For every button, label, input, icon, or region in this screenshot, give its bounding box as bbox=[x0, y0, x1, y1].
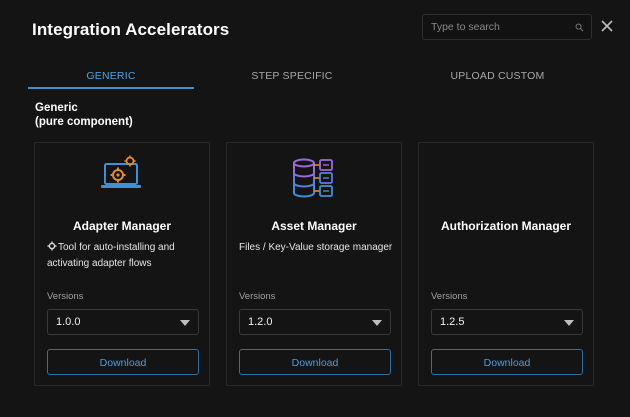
tab-step-specific[interactable]: STEP SPECIFIC bbox=[194, 64, 390, 88]
modal-title: Integration Accelerators bbox=[32, 20, 230, 39]
section-subtitle: (pure component) bbox=[35, 116, 133, 128]
integration-accelerators-modal: Integration Accelerators GENERIC STEP SP… bbox=[0, 0, 630, 417]
close-icon[interactable] bbox=[600, 19, 614, 33]
version-value: 1.2.5 bbox=[440, 316, 465, 328]
version-value: 1.2.0 bbox=[248, 316, 273, 328]
section-heading: Generic (pure component) bbox=[35, 101, 133, 129]
database-files-icon bbox=[293, 158, 333, 198]
versions-label: Versions bbox=[431, 291, 468, 302]
tab-upload-custom[interactable]: UPLOAD CUSTOM bbox=[390, 64, 605, 88]
card-adapter-manager: Adapter Manager Tool for auto-installing… bbox=[34, 142, 210, 386]
laptop-gears-icon bbox=[101, 155, 141, 188]
download-button[interactable]: Download bbox=[47, 349, 199, 375]
gear-icon bbox=[47, 241, 57, 251]
cards-carousel: Adapter Manager Tool for auto-installing… bbox=[34, 142, 596, 388]
tab-generic[interactable]: GENERIC bbox=[28, 64, 194, 88]
card-title: Asset Manager bbox=[271, 219, 357, 233]
version-select[interactable]: 1.2.0 bbox=[239, 309, 391, 335]
versions-label: Versions bbox=[47, 291, 84, 302]
version-select[interactable]: 1.0.0 bbox=[47, 309, 199, 335]
search-icon[interactable] bbox=[575, 23, 584, 32]
card-description-text: Tool for auto-installing and activating … bbox=[47, 242, 175, 269]
chevron-down-icon bbox=[180, 320, 190, 326]
chevron-down-icon bbox=[372, 320, 382, 326]
active-tab-indicator bbox=[28, 87, 194, 89]
card-title: Authorization Manager bbox=[440, 219, 571, 233]
card-description: Tool for auto-installing and activating … bbox=[47, 240, 203, 272]
chevron-down-icon bbox=[564, 320, 574, 326]
section-title: Generic bbox=[35, 102, 78, 114]
download-button[interactable]: Download bbox=[431, 349, 583, 375]
card-description: Files / Key-Value storage manager bbox=[239, 242, 393, 253]
search-input[interactable] bbox=[423, 15, 573, 39]
card-asset-manager: Asset Manager Files / Key-Value storage … bbox=[226, 142, 402, 386]
search-box[interactable] bbox=[422, 14, 592, 40]
version-select[interactable]: 1.2.5 bbox=[431, 309, 583, 335]
versions-label: Versions bbox=[239, 291, 276, 302]
card-title: Adapter Manager bbox=[72, 219, 172, 233]
download-button[interactable]: Download bbox=[239, 349, 391, 375]
card-authorization-manager: Authorization Manager Versions 1.2.5 Dow… bbox=[418, 142, 594, 386]
version-value: 1.0.0 bbox=[56, 316, 81, 328]
tab-bar: GENERIC STEP SPECIFIC UPLOAD CUSTOM bbox=[28, 64, 598, 90]
